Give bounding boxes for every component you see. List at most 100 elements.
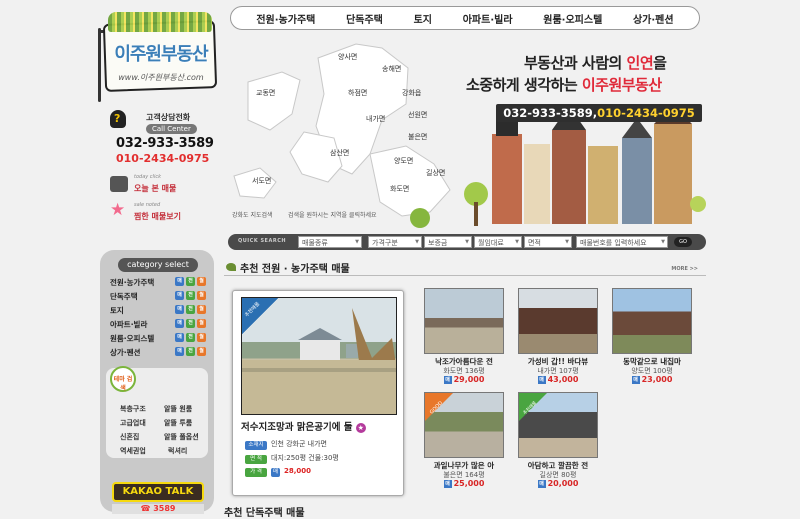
theme-link[interactable]: 럭셔리 — [168, 446, 187, 456]
logo[interactable]: 이주원부동산 www.이주원부동산.com — [94, 8, 218, 102]
more-link[interactable]: MORE >> — [671, 266, 698, 272]
category-item[interactable]: 토지 매 전 월 — [110, 304, 206, 316]
town-yangdo[interactable]: 양도면 — [394, 156, 413, 166]
wish-mini: sale noted — [134, 202, 161, 208]
logo-grass — [108, 12, 212, 32]
good-badge: GOOD — [425, 393, 453, 421]
listing-price: 매 25,000 — [443, 479, 485, 488]
wishlist-link[interactable]: ★ sale noted 찜한 매물보기 — [110, 200, 220, 226]
today-viewed-link[interactable]: today click 오늘 본 매물 — [110, 174, 220, 198]
listing-card[interactable]: 낙조가아름다운 전 화도면 136평 매 29,000 — [424, 288, 504, 388]
featured-title[interactable]: 저수지조망과 맑은공기에 둘 ★ — [241, 419, 397, 433]
town-naega[interactable]: 내가면 — [366, 114, 385, 124]
area-select[interactable]: 면적 — [524, 236, 572, 248]
listing-photo[interactable] — [424, 288, 504, 354]
price-select[interactable]: 가격구분 — [368, 236, 422, 248]
menu-item-country-house[interactable]: 전원·농가주택 — [256, 11, 315, 26]
category-item[interactable]: 전원·농가주택 매 전 월 — [110, 276, 206, 288]
theme-link[interactable]: 역세권업 — [120, 446, 146, 456]
featured-listing[interactable]: 추천매물 저수지조망과 맑은공기에 둘 ★ 소재지 인천 강화군 내가면 면 적대… — [232, 290, 404, 496]
wish-label: 찜한 매물보기 — [134, 212, 181, 221]
town-yangsa[interactable]: 양사면 — [338, 52, 357, 62]
town-gilsang[interactable]: 길상면 — [426, 168, 445, 178]
listing-price: 매 29,000 — [443, 375, 485, 384]
featured-price: 가 격 매 28,000 — [245, 467, 311, 477]
main-menu: 전원·농가주택 단독주택 토지 아파트·빌라 원룸·오피스텔 상가·펜션 — [230, 6, 700, 30]
star-icon: ★ — [110, 200, 126, 220]
listing-number-input[interactable]: 매물번호를 입력하세요 — [576, 236, 668, 248]
menu-item-apartment[interactable]: 아파트·빌라 — [463, 11, 513, 26]
section-header: 추천 전원 · 농가주택 매물 MORE >> — [224, 258, 706, 276]
featured-ribbon: 추천매물 — [242, 298, 278, 334]
hero-area: 양사면 송해면 교동면 하점면 강화읍 내가면 선원면 불은면 삼산면 양도면 … — [230, 34, 706, 230]
listing-photo[interactable] — [518, 288, 598, 354]
featured-size: 면 적 대지:250평 건물:30평 — [245, 453, 339, 464]
listing-price: 매 43,000 — [537, 375, 579, 384]
theme-link[interactable]: 알뜰 투룸 — [164, 418, 192, 428]
listing-photo[interactable] — [612, 288, 692, 354]
town-songhae[interactable]: 송해면 — [382, 64, 401, 74]
theme-link[interactable]: 복층구조 — [120, 404, 146, 414]
phone-number: 032-933-3589 — [116, 136, 214, 151]
type-select[interactable]: 매물종류 — [298, 236, 362, 248]
theme-link[interactable]: 고급업대 — [120, 418, 146, 428]
listing-card[interactable]: 추천매물 아담하고 깔끔한 전 길상면 80평 매 20,000 — [518, 392, 598, 492]
town-ganghwa[interactable]: 강화읍 — [402, 88, 421, 98]
listing-card[interactable]: 동막같으로 내집마 양도면 100평 매 23,000 — [612, 288, 692, 388]
listing-price: 매 23,000 — [631, 375, 673, 384]
kakao-talk-button[interactable]: KAKAO TALK — [112, 482, 204, 502]
menu-item-oneroom[interactable]: 원룸·오피스텔 — [543, 11, 602, 26]
quick-search-title: QUICK SEARCH — [238, 238, 287, 244]
town-seonwon[interactable]: 선원면 — [408, 110, 427, 120]
town-buleun[interactable]: 불은면 — [408, 132, 427, 142]
theme-link[interactable]: 알뜰 원룸 — [164, 404, 192, 414]
menu-item-shop[interactable]: 상가·펜션 — [633, 11, 674, 26]
listing-photo[interactable]: 추천매물 — [518, 392, 598, 458]
kakao-id: ☎ 3589 — [112, 504, 204, 514]
listing-card[interactable]: GOOD 과일나무가 많은 아 불은면 164평 매 25,000 — [424, 392, 504, 492]
featured-address: 소재지 인천 강화군 내가면 — [245, 439, 327, 450]
theme-bubble: 테마 검색 — [110, 366, 136, 392]
call-title: 고객상담전화 — [146, 113, 191, 122]
recommend-badge: 추천매물 — [519, 393, 547, 421]
call-center-badge: Call Center — [146, 124, 197, 134]
theme-link[interactable]: 신혼집 — [120, 432, 139, 442]
search-go-button[interactable]: GO — [674, 237, 692, 247]
listing-card[interactable]: 가성비 갑!! 바다뷰 내가면 107평 매 43,000 — [518, 288, 598, 388]
leaf-icon — [226, 263, 236, 271]
category-title: category select — [118, 258, 198, 272]
town-hajeom[interactable]: 하점면 — [348, 88, 367, 98]
featured-photo[interactable]: 추천매물 — [241, 297, 397, 415]
deposit-select[interactable]: 보증금 — [424, 236, 472, 248]
menu-item-house[interactable]: 단독주택 — [346, 11, 383, 26]
town-gyodong[interactable]: 교동면 — [256, 88, 275, 98]
town-samsan[interactable]: 삼산면 — [330, 148, 349, 158]
menu-item-land[interactable]: 토지 — [414, 11, 432, 26]
logo-url: www.이주원부동산.com — [118, 73, 204, 82]
listing-price: 매 20,000 — [537, 479, 579, 488]
rent-select[interactable]: 월임대료 — [474, 236, 522, 248]
map-hint: 검색을 원하시는 지역을 클릭하세요 — [288, 212, 377, 219]
category-item[interactable]: 아파트·빌라 매 전 월 — [110, 318, 206, 330]
camera-icon — [110, 176, 128, 192]
town-seodo[interactable]: 서도면 — [252, 176, 271, 186]
category-item[interactable]: 상가·펜션 매 전 월 — [110, 346, 206, 358]
logo-name: 이주원부동산 — [114, 44, 208, 65]
slogan-line1: 부동산과 사람의 인연을 — [524, 54, 667, 72]
today-mini: today click — [134, 174, 161, 180]
slogan-phone: 032-933-3589, 010-2434-0975 — [496, 104, 702, 122]
town-hwado[interactable]: 화도면 — [390, 184, 409, 194]
category-item[interactable]: 원룸·오피스텔 매 전 월 — [110, 332, 206, 344]
phone-icon — [110, 110, 126, 128]
listing-photo[interactable]: GOOD — [424, 392, 504, 458]
slogan-line2: 소중하게 생각하는 이주원부동산 — [466, 76, 662, 94]
theme-link[interactable]: 알뜰 풀옵션 — [164, 432, 199, 442]
section-title: 추천 전원 · 농가주택 매물 — [240, 264, 350, 275]
star-badge-icon: ★ — [355, 423, 366, 433]
map-search-button[interactable]: 강화도 지도검색 — [232, 210, 273, 219]
mobile-number: 010-2434-0975 — [116, 152, 210, 165]
quick-search-bar: QUICK SEARCH 매물종류 가격구분 보증금 월임대료 면적 매물번호를… — [228, 234, 706, 250]
today-label: 오늘 본 매물 — [134, 184, 177, 193]
signpost — [98, 28, 101, 102]
category-item[interactable]: 단독주택 매 전 월 — [110, 290, 206, 302]
